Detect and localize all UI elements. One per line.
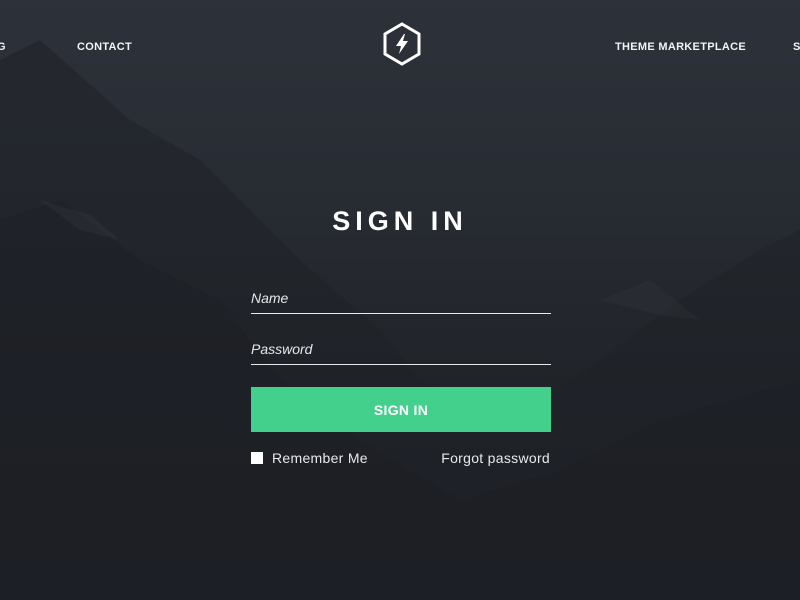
remember-me-label: Remember Me (272, 450, 368, 466)
name-field-wrapper (251, 283, 551, 314)
nav-item-cut-right[interactable]: S (793, 41, 800, 53)
nav-item-theme-marketplace[interactable]: THEME MARKETPLACE (615, 41, 746, 53)
nav-item-cut-left[interactable]: G (0, 41, 6, 53)
forgot-password-link[interactable]: Forgot password (441, 450, 550, 466)
remember-me-checkbox[interactable] (251, 452, 263, 464)
logo[interactable] (381, 21, 423, 67)
signin-form (251, 283, 551, 385)
password-input[interactable] (251, 334, 551, 364)
remember-me-toggle[interactable]: Remember Me (251, 450, 368, 466)
name-input[interactable] (251, 283, 551, 313)
lightning-hexagon-icon (383, 22, 421, 66)
sign-in-button[interactable]: SIGN IN (251, 387, 551, 432)
nav-item-contact[interactable]: CONTACT (77, 41, 132, 53)
page-title: SIGN IN (332, 206, 468, 236)
password-field-wrapper (251, 334, 551, 365)
